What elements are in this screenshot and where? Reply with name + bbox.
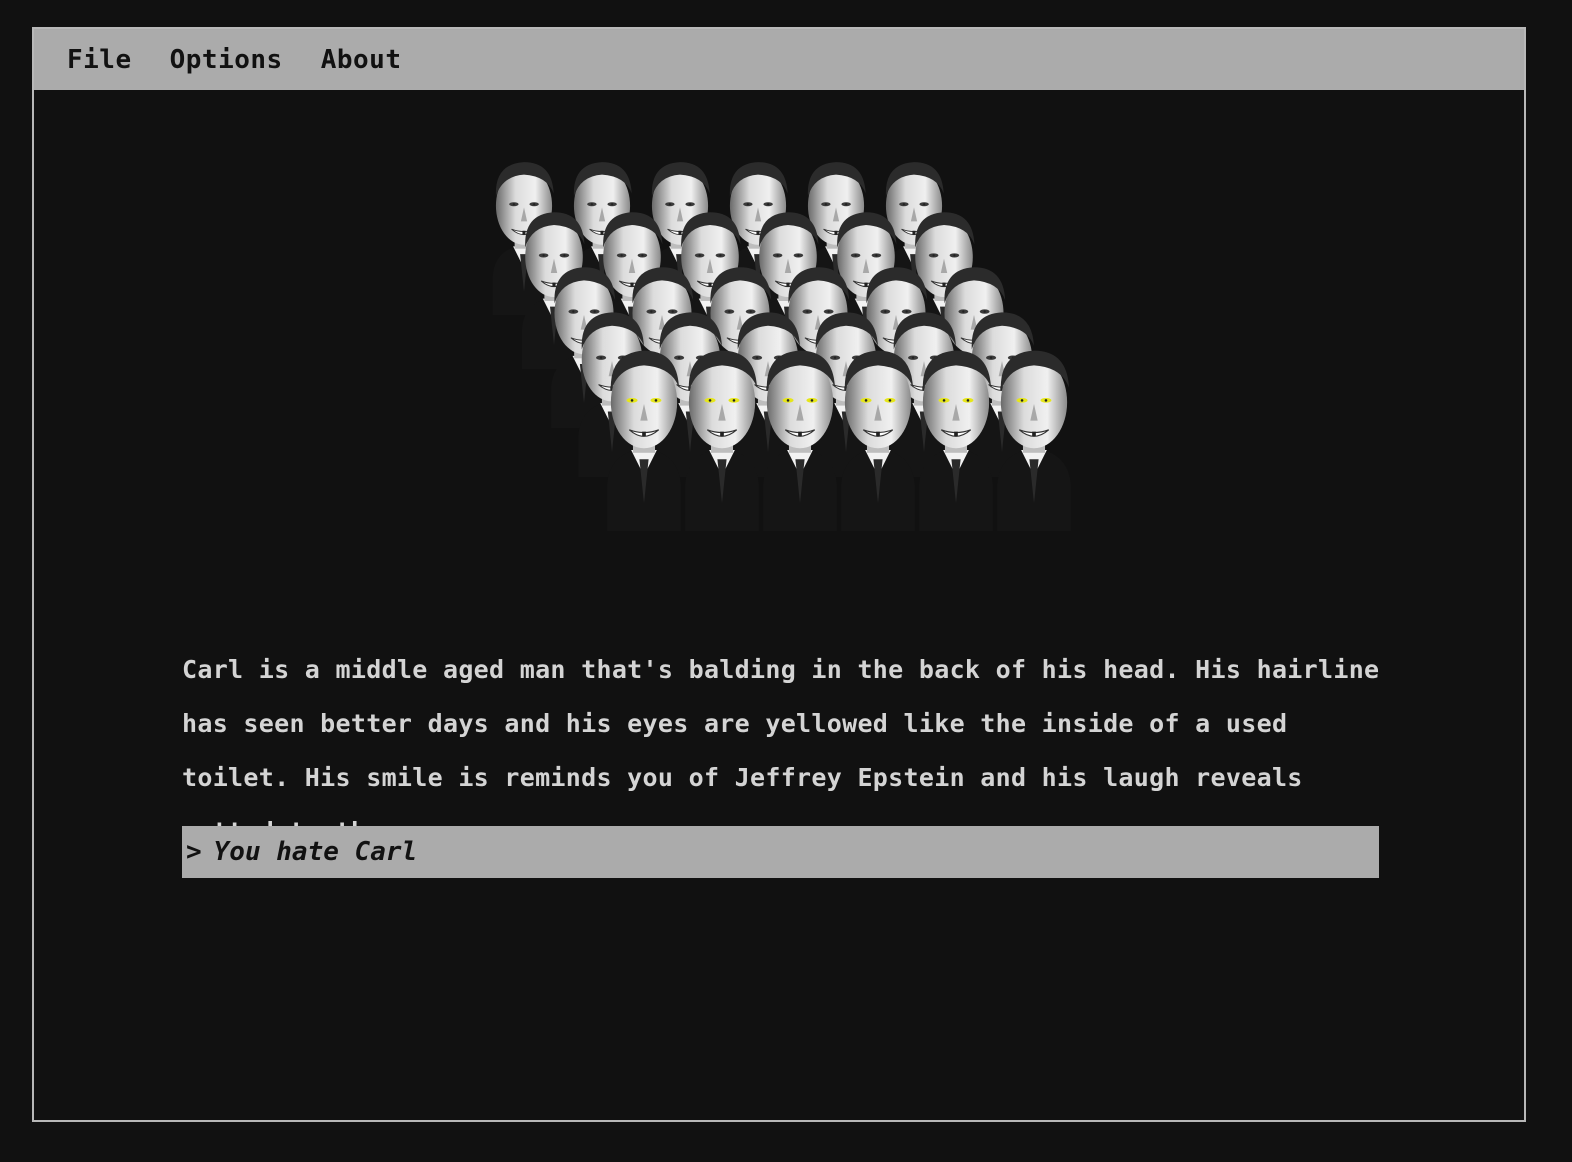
carl-portrait [484,159,1084,569]
prompt-chevron: > [186,837,202,867]
menu-file[interactable]: File [67,45,132,75]
choice-label: You hate Carl [213,837,418,867]
menu-about[interactable]: About [321,45,402,75]
choice-option[interactable]: > You hate Carl [182,826,1379,878]
menu-options[interactable]: Options [170,45,283,75]
game-window: File Options About Carl is a middle aged… [32,27,1526,1122]
menu-bar: File Options About [34,29,1524,90]
carl-heads-image [492,162,1071,531]
